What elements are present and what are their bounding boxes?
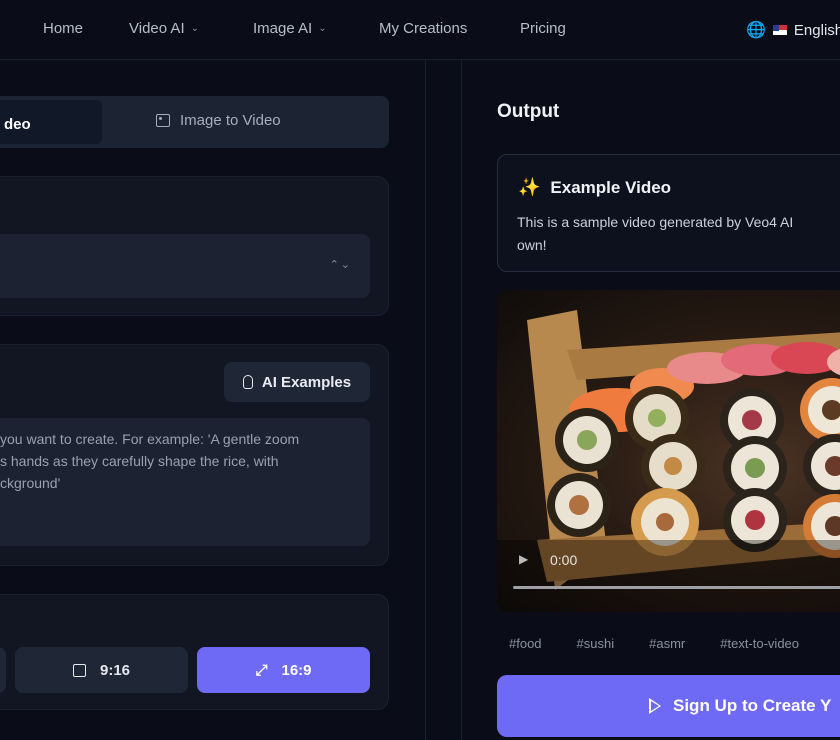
nav-image-ai-label: Image AI (253, 20, 313, 37)
prompt-placeholder-line: s hands as they carefully shape the rice… (0, 453, 279, 469)
nav-video-ai-label: Video AI (129, 20, 185, 37)
tab-image-to-video[interactable]: Image to Video (156, 112, 281, 129)
prompt-placeholder-line: ckground' (0, 475, 61, 491)
tag-item: #sushi (576, 636, 615, 651)
mode-tabs: deo Image to Video (0, 96, 389, 148)
prompt-placeholder-line: you want to create. For example: 'A gent… (0, 431, 300, 447)
sparkle-icon: ✨ (518, 177, 541, 197)
ratio-16-9-label: 16:9 (281, 661, 312, 679)
ratio-option-partial[interactable] (0, 647, 6, 693)
panel-divider (425, 60, 426, 740)
tag-item: #text-to-video (720, 636, 800, 651)
play-icon[interactable]: ▶ (519, 552, 528, 566)
nav-image-ai[interactable]: Image AI ⌄ (253, 20, 327, 37)
tab-image-to-video-label: Image to Video (180, 112, 281, 129)
nav-video-ai[interactable]: Video AI ⌄ (129, 20, 199, 37)
tab-text-to-video[interactable]: deo (0, 100, 102, 144)
globe-icon: 🌐 (746, 22, 766, 39)
nav-my-creations[interactable]: My Creations (379, 20, 467, 37)
chevron-updown-icon: ⌃⌄ (329, 259, 352, 271)
top-nav: Home Video AI ⌄ Image AI ⌄ My Creations Pr… (0, 0, 840, 60)
nav-pricing[interactable]: Pricing (520, 20, 566, 37)
tag-list: #food #sushi #asmr #text-to-video (509, 636, 834, 651)
ratio-9-16-button[interactable]: 9:16 (15, 647, 188, 693)
sushi-thumbnail (497, 310, 840, 612)
nav-my-creations-label: My Creations (379, 20, 468, 37)
video-time: 0:00 (550, 552, 578, 568)
panel-divider-right (461, 60, 462, 740)
ratio-9-16-label: 9:16 (99, 661, 131, 679)
example-info-card: ✨ Example Video This is a sample video g… (497, 154, 840, 272)
example-header: ✨ Example Video (518, 177, 671, 198)
chevron-down-icon: ⌄ (318, 23, 327, 34)
video-progress-bar[interactable] (513, 586, 840, 589)
language-label: English (793, 21, 840, 39)
ratio-16-9-button[interactable]: ⤢ 16:9 (197, 647, 370, 693)
sign-up-button[interactable]: Sign Up to Create Y (497, 675, 840, 737)
tag-item: #food (509, 636, 542, 651)
prompt-textarea[interactable]: you want to create. For example: 'A gent… (0, 418, 370, 546)
example-description-line: This is a sample video generated by Veo4… (517, 214, 794, 230)
language-selector[interactable]: 🌐 English (746, 20, 840, 40)
example-description: This is a sample video generated by Veo4… (517, 211, 840, 257)
example-video-player[interactable]: ▶ 0:00 (497, 290, 840, 612)
tab-text-to-video-label: deo (4, 116, 31, 133)
example-description-line: own! (517, 237, 547, 253)
image-icon (156, 114, 170, 127)
model-select[interactable]: ⌃⌄ (0, 234, 370, 298)
sign-up-label: Sign Up to Create Y (673, 696, 832, 715)
tag-item: #asmr (649, 636, 686, 651)
ai-examples-label: AI Examples (261, 373, 352, 391)
nav-home[interactable]: Home (43, 20, 83, 37)
nav-pricing-label: Pricing (520, 20, 566, 37)
play-outline-icon (649, 698, 661, 714)
expand-icon: ⤢ (255, 661, 268, 679)
output-title: Output (497, 101, 560, 122)
us-flag-icon (772, 25, 787, 35)
example-title: Example Video (550, 177, 672, 197)
ai-examples-button[interactable]: AI Examples (224, 362, 370, 402)
portrait-icon (72, 663, 86, 677)
nav-home-label: Home (43, 20, 84, 37)
lightbulb-icon (242, 375, 253, 389)
chevron-down-icon: ⌄ (190, 23, 199, 34)
